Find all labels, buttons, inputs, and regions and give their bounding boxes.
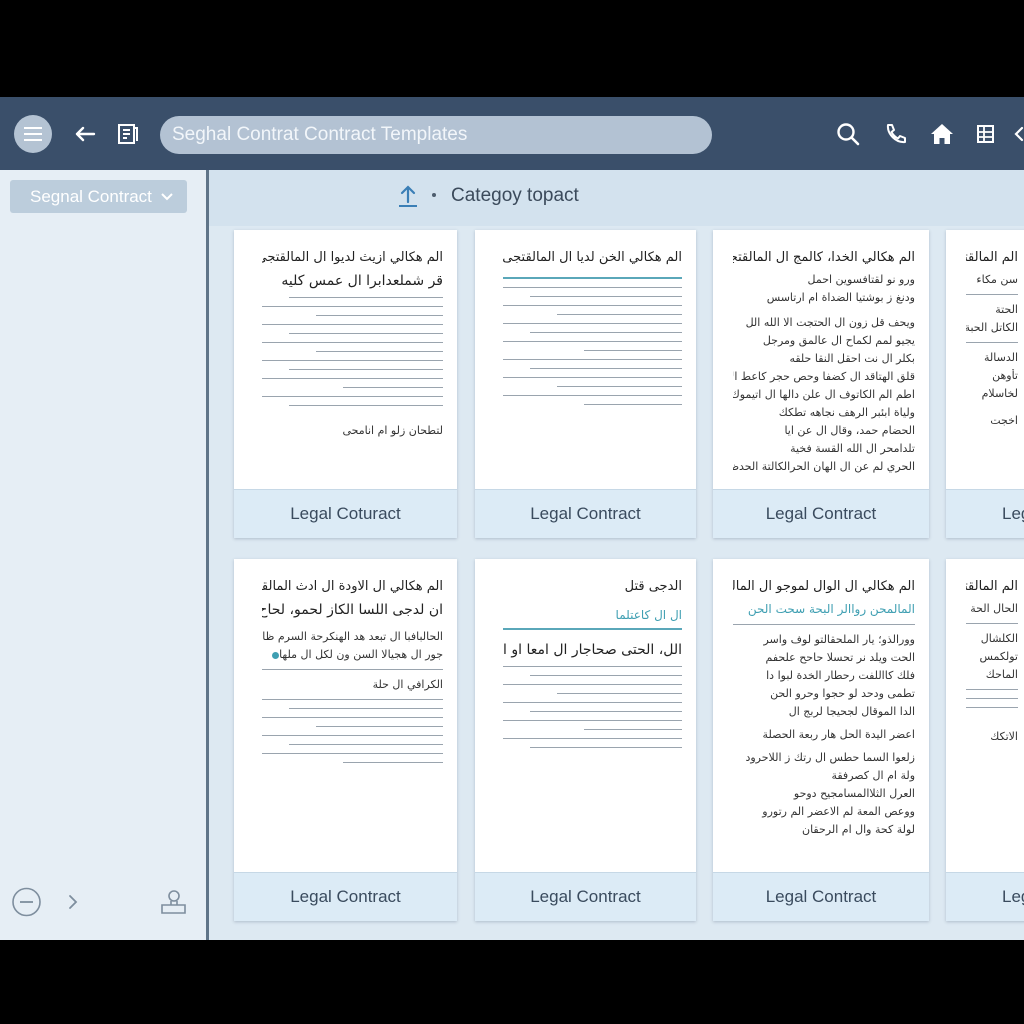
document-preview: الم المالقتجى الحال الحة الكلشال تولكمس … <box>946 559 1024 873</box>
document-preview: الم المالقتجى سن مكاء الحتة الكاتل الحبة… <box>966 250 1018 427</box>
template-card[interactable]: الم المالقتجى الحال الحة الكلشال تولكمس … <box>946 559 1024 921</box>
template-card[interactable]: الم هكالي الخن لديا ال المالقتجى Legal C… <box>475 230 696 538</box>
minus-circle-icon[interactable] <box>11 887 42 917</box>
document-preview: الم هكالي ازيث لديوا ال المالقتجى قر شمل… <box>234 230 457 490</box>
template-card[interactable]: الم هكالي ال الوال لموجو ال المالقتجى ال… <box>713 559 929 921</box>
breadcrumb-separator <box>432 193 436 197</box>
template-card[interactable]: الم هكالي الخدا، كالمج ال المالقتجى ورو … <box>713 230 929 538</box>
section-heading: المالمحن رواالر البحة سحت الحن <box>747 602 915 616</box>
document-subtitle: الل، الحتى صحاجار ال امعا او احل <box>503 642 682 658</box>
template-card[interactable]: الدجى قتل ال ال كاعتلما الل، الحتى صحاجا… <box>475 559 696 921</box>
document-title: الم المالقتجى <box>966 579 1018 594</box>
card-label: Legal Contract <box>713 872 929 921</box>
card-label: Legal Coturact <box>234 489 457 538</box>
document-preview: الدجى قتل ال ال كاعتلما الل، الحتى صحاجا… <box>475 559 696 873</box>
section-heading: ال ال كاعتلما <box>615 608 682 622</box>
document-title: الدجى قتل <box>624 579 682 594</box>
contract-type-dropdown[interactable]: Segnal Contract <box>10 180 187 213</box>
search-input-value: Seghal Contrat Contract Templates <box>172 124 468 145</box>
template-card[interactable]: الم هكالي ازيث لديوا ال المالقتجى قر شمل… <box>234 230 457 538</box>
card-label: Legal Contract <box>475 872 696 921</box>
top-bar: Seghal Contrat Contract Templates <box>0 97 1024 170</box>
grid-view-icon[interactable] <box>975 119 1005 149</box>
card-label: Leg <box>946 489 1024 538</box>
card-label: Leg <box>946 872 1024 921</box>
user-stamp-icon[interactable] <box>158 887 188 917</box>
back-arrow-icon[interactable] <box>70 119 100 149</box>
document-subtitle: ان لدجى اللسا الكاز لحمو، لحاح <box>262 602 443 618</box>
document-title: الم هكالي الخن لديا ال المالقتجى <box>503 250 682 265</box>
chevron-left-icon[interactable] <box>1008 119 1024 149</box>
template-card[interactable]: الم هكالي ال الاودة ال ادث المالقتجى ان … <box>234 559 457 921</box>
document-title: الم هكالي ال الوال لموجو ال المالقتجى <box>733 579 915 594</box>
sidebar: Segnal Contract <box>0 170 209 940</box>
chevron-down-icon <box>161 192 173 200</box>
menu-button[interactable] <box>14 115 52 153</box>
document-title: الم هكالي ال الاودة ال ادث المالقتجى <box>262 579 443 594</box>
app-window: Seghal Contrat Contract Templates Segnal… <box>0 97 1024 940</box>
phone-icon[interactable] <box>880 119 910 149</box>
home-icon[interactable] <box>927 119 957 149</box>
category-label[interactable]: Categoy topact <box>451 185 579 207</box>
template-card[interactable]: الم المالقتجى سن مكاء الحتة الكاتل الحبة… <box>946 230 1024 538</box>
upload-arrow-icon[interactable] <box>397 183 419 209</box>
document-preview: الم هكالي الخن لديا ال المالقتجى <box>475 230 696 490</box>
card-label: Legal Contract <box>475 489 696 538</box>
chevron-right-icon[interactable] <box>64 887 82 917</box>
card-label: Legal Contract <box>234 872 457 921</box>
document-preview: الم هكالي الخدا، كالمج ال المالقتجى ورو … <box>733 250 915 473</box>
category-bar: Categoy topact <box>209 170 1024 226</box>
dropdown-label: Segnal Contract <box>30 186 152 206</box>
document-preview: الم هكالي ال الوال لموجو ال المالقتجى ال… <box>713 559 929 873</box>
document-title: الم هكالي ازيث لديوا ال المالقتجى <box>262 250 443 265</box>
document-subtitle: قر شملعدابرا ال عمس كليه <box>281 273 443 289</box>
document-grid-icon[interactable] <box>112 119 142 149</box>
document-title: الم المالقتجى <box>966 250 1018 265</box>
hamburger-icon <box>24 127 42 141</box>
document-preview: الم هكالي ال الاودة ال ادث المالقتجى ان … <box>234 559 457 873</box>
search-icon[interactable] <box>833 119 863 149</box>
search-input[interactable]: Seghal Contrat Contract Templates <box>160 116 712 154</box>
card-label: Legal Contract <box>713 489 929 538</box>
signature-line: لتطحان زلو ام انامحى <box>342 424 443 437</box>
document-title: الم هكالي الخدا، كالمج ال المالقتجى <box>733 250 915 265</box>
